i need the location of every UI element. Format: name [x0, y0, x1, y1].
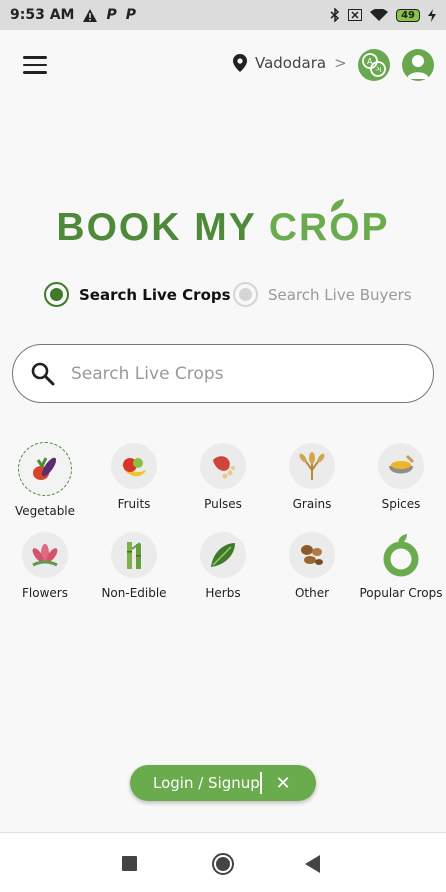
- language-icon[interactable]: Aઞ: [358, 49, 390, 81]
- leaf-icon: [331, 199, 344, 212]
- login-signup-bar: Login / Signup ✕: [130, 765, 316, 801]
- charging-icon: [428, 8, 436, 22]
- category-label: Spices: [381, 497, 421, 511]
- category-label: Non-Edible: [101, 586, 167, 600]
- other-icon: [289, 532, 335, 578]
- radio-unselected-icon: [233, 282, 258, 307]
- parking-icon: P: [106, 7, 117, 23]
- alert-icon: [83, 8, 98, 22]
- category-label: Vegetable: [14, 504, 76, 518]
- location-selector[interactable]: Vadodara >: [233, 54, 347, 72]
- wifi-icon: [370, 8, 389, 21]
- sim-icon: [348, 9, 363, 21]
- category-label: Grains: [292, 497, 332, 511]
- logo-text-crop: CROP: [268, 206, 390, 249]
- category-label: Flowers: [22, 586, 68, 600]
- svg-text:A: A: [367, 57, 373, 66]
- category-label: Other: [294, 586, 330, 600]
- svg-text:ઞ: ઞ: [375, 65, 382, 74]
- radio-selected-icon: [44, 282, 69, 307]
- category-label: Herbs: [205, 586, 241, 600]
- grains-icon: [289, 443, 335, 489]
- radio-label: Search Live Buyers: [268, 285, 412, 304]
- location-pin-icon: [233, 54, 247, 72]
- recents-button[interactable]: [122, 856, 137, 871]
- search-mode-toggle: Search Live Crops Search Live Buyers: [44, 282, 424, 308]
- flowers-icon: [22, 532, 68, 578]
- chevron-right-icon: >: [334, 54, 347, 72]
- category-pulses[interactable]: Pulses: [178, 443, 268, 511]
- radio-search-live-crops[interactable]: Search Live Crops: [44, 282, 231, 307]
- category-non-edible[interactable]: Non-Edible: [89, 532, 179, 600]
- radio-label: Search Live Crops: [79, 285, 231, 304]
- spices-icon: [378, 443, 424, 489]
- category-popular-crops[interactable]: Popular Crops: [356, 532, 446, 600]
- close-icon[interactable]: ✕: [276, 773, 291, 794]
- category-fruits[interactable]: Fruits: [89, 443, 179, 511]
- status-time: 9:53 AM: [10, 7, 75, 23]
- category-flowers[interactable]: Flowers: [0, 532, 90, 600]
- app-header: Vadodara > Aઞ: [0, 30, 446, 100]
- menu-icon[interactable]: [23, 56, 47, 74]
- login-signup-button[interactable]: Login / Signup: [153, 774, 260, 792]
- category-herbs[interactable]: Herbs: [178, 532, 268, 600]
- back-button[interactable]: [305, 855, 320, 873]
- parking-icon: P: [125, 7, 136, 23]
- app-logo: BOOK MY CROP: [0, 199, 446, 250]
- system-nav-bar: [0, 832, 446, 892]
- home-button[interactable]: [212, 853, 234, 875]
- category-vegetable[interactable]: Vegetable: [0, 442, 90, 518]
- divider: [260, 772, 262, 794]
- category-other[interactable]: Other: [267, 532, 357, 600]
- pulses-icon: [200, 443, 246, 489]
- vegetable-icon: [18, 442, 72, 496]
- category-label: Popular Crops: [359, 586, 443, 600]
- logo-text-book-my: BOOK MY: [56, 206, 257, 249]
- popular-crops-icon: [378, 532, 424, 578]
- fruits-icon: [111, 443, 157, 489]
- search-bar[interactable]: [12, 344, 434, 403]
- category-spices[interactable]: Spices: [356, 443, 446, 511]
- herbs-icon: [200, 532, 246, 578]
- search-input[interactable]: [71, 363, 401, 384]
- profile-icon[interactable]: [402, 49, 434, 81]
- radio-search-live-buyers[interactable]: Search Live Buyers: [233, 282, 412, 307]
- location-name: Vadodara: [255, 54, 327, 72]
- bluetooth-icon: [330, 8, 340, 22]
- search-icon: [31, 362, 55, 386]
- category-label: Fruits: [117, 497, 151, 511]
- status-bar: 9:53 AM P P 49: [0, 0, 446, 30]
- non-edible-icon: [111, 532, 157, 578]
- category-grains[interactable]: Grains: [267, 443, 357, 511]
- category-label: Pulses: [204, 497, 242, 511]
- battery-icon: 49: [396, 8, 420, 22]
